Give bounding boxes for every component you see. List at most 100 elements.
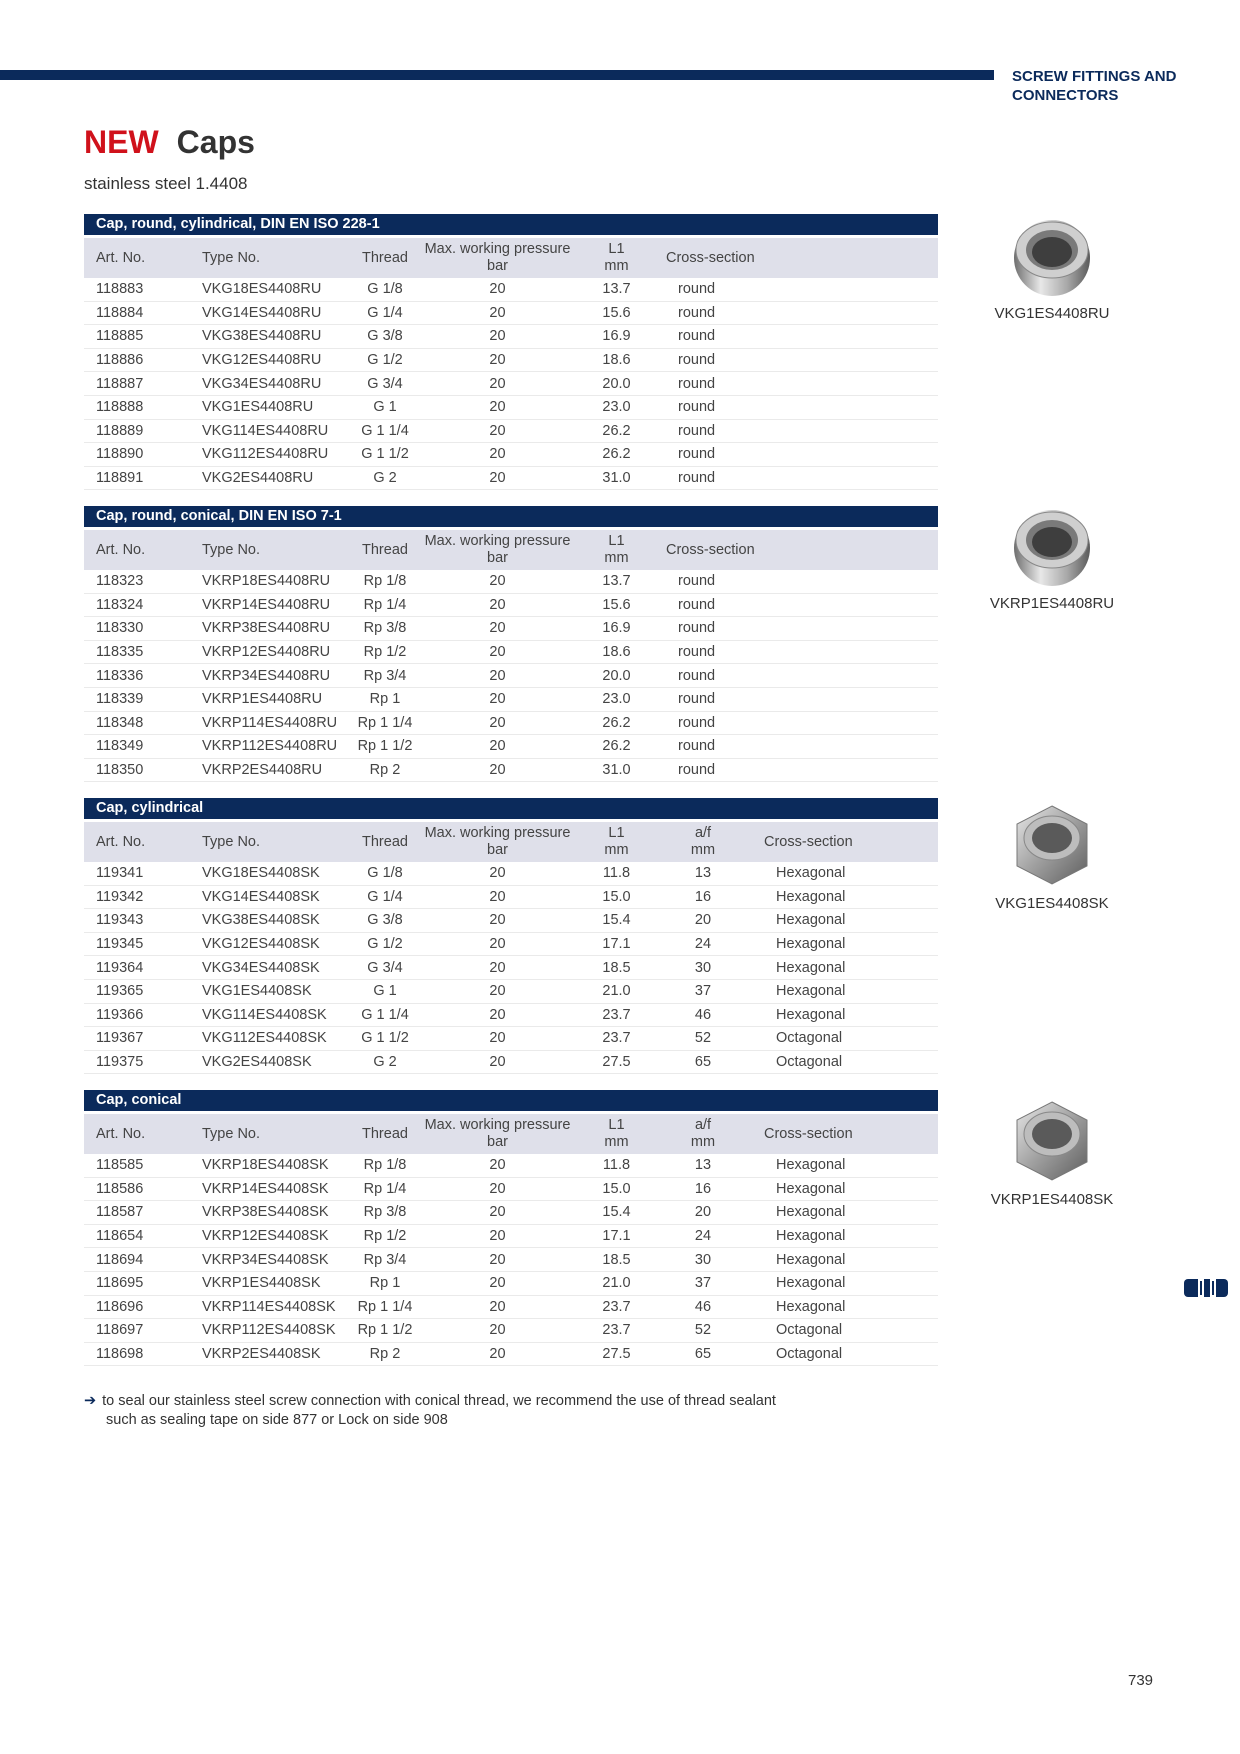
product-image-hex-cylindrical: VKG1ES4408SK — [952, 800, 1152, 912]
l1-cell: 26.2 — [579, 734, 654, 759]
cross-section-cell: round — [654, 616, 938, 641]
l1-cell: 23.7 — [579, 1295, 654, 1320]
art-no-cell: 118335 — [84, 640, 192, 665]
table-row: 119364 VKG34ES4408SK G 3/4 20 18.5 30 Hexagona… — [84, 955, 938, 980]
art-no-cell: 119367 — [84, 1026, 192, 1051]
col-pressure: Max. working pressure bar — [416, 238, 579, 278]
l1-cell: 27.5 — [579, 1050, 654, 1075]
col-l1-label: L1 — [608, 1117, 625, 1133]
pressure-cell: 20 — [416, 395, 579, 420]
type-no-cell: VKRP14ES4408RU — [192, 593, 354, 618]
table-row: 119345 VKG12ES4408SK G 1/2 20 17.1 24 Hexagona… — [84, 932, 938, 957]
thread-cell: G 1/4 — [354, 301, 416, 326]
table-row: 118336 VKRP34ES4408RU Rp 3/4 20 20.0 round — [84, 663, 938, 688]
table-row: 118348 VKRP114ES4408RU Rp 1 1/4 20 26.2 round — [84, 711, 938, 736]
thread-cell: Rp 1/4 — [354, 1177, 416, 1202]
af-cell: 37 — [654, 1271, 752, 1296]
cross-section-cell: Hexagonal — [752, 1247, 938, 1272]
l1-cell: 23.7 — [579, 1318, 654, 1343]
cross-section-cell: round — [654, 371, 938, 396]
art-no-cell: 118330 — [84, 616, 192, 641]
col-pressure-label: Max. working pressure — [424, 825, 571, 841]
l1-cell: 17.1 — [579, 1224, 654, 1249]
col-cross-section: Cross-section — [666, 249, 755, 266]
l1-cell: 20.0 — [579, 371, 654, 396]
type-no-cell: VKRP18ES4408RU — [192, 570, 354, 594]
pressure-cell: 20 — [416, 1247, 579, 1272]
type-no-cell: VKG14ES4408SK — [192, 885, 354, 910]
cross-section-cell: Hexagonal — [752, 908, 938, 933]
page-title-text: Caps — [176, 124, 255, 160]
thread-cell: Rp 1/2 — [354, 640, 416, 665]
cross-section-cell: round — [654, 570, 938, 594]
col-l1-label: L1 — [608, 825, 625, 841]
type-no-cell: VKG12ES4408SK — [192, 932, 354, 957]
col-cross-section: Cross-section — [764, 833, 853, 850]
l1-cell: 15.6 — [579, 593, 654, 618]
af-cell: 30 — [654, 955, 752, 980]
type-no-cell: VKG2ES4408SK — [192, 1050, 354, 1075]
pressure-cell: 20 — [416, 616, 579, 641]
cross-section-cell: round — [654, 711, 938, 736]
col-pressure: Max. working pressure bar — [416, 1114, 579, 1154]
section-title: Cap, round, cylindrical, DIN EN ISO 228-… — [84, 214, 938, 235]
thread-cell: Rp 2 — [354, 758, 416, 783]
product-image-round-cylindrical: VKG1ES4408RU — [952, 210, 1152, 322]
col-thread: Thread — [362, 249, 408, 266]
table-row: 119341 VKG18ES4408SK G 1/8 20 11.8 13 Hexagona… — [84, 862, 938, 886]
l1-cell: 18.6 — [579, 640, 654, 665]
type-no-cell: VKG1ES4408SK — [192, 979, 354, 1004]
col-type-no: Type No. — [202, 541, 261, 558]
col-l1: L1 mm — [579, 822, 654, 862]
table-header: Art. No. Type No. Thread Max. working pr… — [84, 822, 938, 862]
col-af-unit: mm — [690, 1134, 716, 1150]
cross-section-cell: Hexagonal — [752, 1200, 938, 1225]
art-no-cell: 118695 — [84, 1271, 192, 1296]
type-no-cell: VKG112ES4408RU — [192, 442, 354, 467]
cross-section-cell: round — [654, 395, 938, 420]
col-art-no: Art. No. — [96, 833, 146, 850]
col-af-label: a/f — [694, 1117, 712, 1133]
thread-cell: Rp 1 — [354, 1271, 416, 1296]
pressure-cell: 20 — [416, 278, 579, 302]
thread-cell: G 1 — [354, 395, 416, 420]
hex-cap-icon — [1016, 1101, 1088, 1181]
col-cross-section: Cross-section — [666, 541, 755, 558]
art-no-cell: 118890 — [84, 442, 192, 467]
col-pressure-label: Max. working pressure — [424, 241, 571, 257]
l1-cell: 23.0 — [579, 395, 654, 420]
pressure-cell: 20 — [416, 932, 579, 957]
cross-section-cell: Octagonal — [752, 1050, 938, 1075]
thread-cell: Rp 1 — [354, 687, 416, 712]
cross-section-cell: Hexagonal — [752, 1224, 938, 1249]
art-no-cell: 118323 — [84, 570, 192, 594]
type-no-cell: VKRP1ES4408SK — [192, 1271, 354, 1296]
table-row: 118654 VKRP12ES4408SK Rp 1/2 20 17.1 24 Hexago… — [84, 1224, 938, 1249]
product-table: Art. No. Type No. Thread Max. working pr… — [84, 822, 938, 1075]
col-af-unit: mm — [690, 842, 716, 858]
col-pressure-unit: bar — [487, 258, 508, 274]
col-l1-unit: mm — [604, 550, 629, 566]
af-cell: 52 — [654, 1318, 752, 1343]
art-no-cell: 119342 — [84, 885, 192, 910]
l1-cell: 26.2 — [579, 442, 654, 467]
pressure-cell: 20 — [416, 955, 579, 980]
type-no-cell: VKG114ES4408RU — [192, 419, 354, 444]
cross-section-cell: Hexagonal — [752, 1003, 938, 1028]
col-pressure-label: Max. working pressure — [424, 533, 571, 549]
l1-cell: 15.4 — [579, 1200, 654, 1225]
thread-cell: Rp 1/4 — [354, 593, 416, 618]
product-image-round-conical: VKRP1ES4408RU — [952, 500, 1152, 612]
pressure-cell: 20 — [416, 758, 579, 783]
type-no-cell: VKG14ES4408RU — [192, 301, 354, 326]
pressure-cell: 20 — [416, 734, 579, 759]
l1-cell: 31.0 — [579, 758, 654, 783]
pressure-cell: 20 — [416, 663, 579, 688]
thread-cell: G 1 1/4 — [354, 1003, 416, 1028]
table-row: 119365 VKG1ES4408SK G 1 20 21.0 37 Hexagonal — [84, 979, 938, 1004]
l1-cell: 13.7 — [579, 278, 654, 302]
col-thread: Thread — [362, 833, 408, 850]
type-no-cell: VKRP34ES4408SK — [192, 1247, 354, 1272]
section-title: Cap, round, conical, DIN EN ISO 7-1 — [84, 506, 938, 527]
col-thread: Thread — [362, 1125, 408, 1142]
